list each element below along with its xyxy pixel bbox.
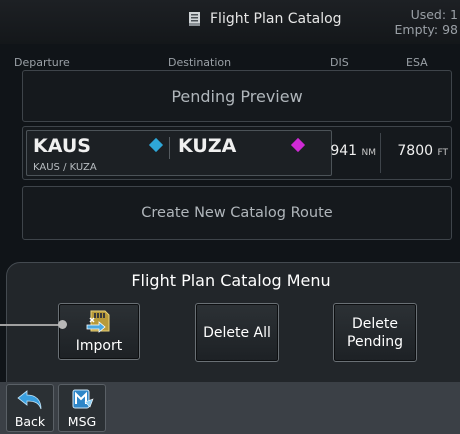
used-count: Used: 1 — [410, 7, 458, 22]
sd-card-import-icon — [86, 310, 110, 333]
catalog-menu-panel: Flight Plan Catalog Menu Import Delete A… — [6, 262, 460, 384]
bottom-bar: Back MSG — [0, 382, 460, 434]
msg-button[interactable]: MSG — [58, 384, 106, 432]
esa-value: 7800 — [397, 143, 434, 159]
distance-unit: NM — [361, 148, 377, 158]
departure-id: KAUS — [33, 135, 91, 157]
delete-pending-button[interactable]: Delete Pending — [333, 303, 417, 362]
delete-pending-label-line1: Delete — [352, 315, 398, 332]
create-route-label: Create New Catalog Route — [141, 205, 333, 221]
pending-preview-row[interactable]: Pending Preview — [22, 70, 452, 122]
back-label: Back — [14, 414, 46, 429]
delete-all-label: Delete All — [203, 324, 271, 341]
create-new-catalog-route-button[interactable]: Create New Catalog Route — [22, 186, 452, 240]
route-esa: 7800 FT — [384, 143, 448, 159]
column-header-dis: DIS — [330, 56, 349, 69]
back-button[interactable]: Back — [6, 384, 54, 432]
column-header-esa: ESA — [406, 56, 428, 69]
esa-separator — [380, 133, 381, 173]
departure-waypoint-icon — [148, 137, 164, 153]
route-distance: 941 NM — [328, 143, 376, 159]
route-subtitle: KAUS / KUZA — [33, 162, 97, 173]
title-group: Flight Plan Catalog — [188, 9, 342, 29]
route-separator — [169, 137, 170, 159]
pending-preview-label: Pending Preview — [171, 86, 303, 106]
back-arrow-icon — [17, 390, 42, 410]
column-headers: Departure Destination DIS ESA — [10, 56, 450, 70]
destination-waypoint-icon — [290, 137, 306, 153]
route-waypoints-box: KAUS KUZA KAUS / KUZA — [26, 130, 332, 176]
catalog-capacity: Used: 1 Empty: 98 — [395, 7, 459, 37]
delete-pending-label-line2: Pending — [347, 333, 403, 350]
title-bar: Flight Plan Catalog Used: 1 Empty: 98 — [0, 0, 460, 44]
destination-id: KUZA — [178, 135, 237, 157]
esa-unit: FT — [437, 148, 448, 158]
callout-line — [0, 324, 62, 326]
msg-label: MSG — [67, 414, 97, 429]
catalog-route-row[interactable]: KAUS KUZA KAUS / KUZA 941 NM 7800 FT — [22, 126, 452, 180]
import-button[interactable]: Import — [58, 303, 140, 360]
page-title: Flight Plan Catalog — [210, 11, 342, 27]
column-header-departure: Departure — [14, 56, 70, 69]
delete-all-button[interactable]: Delete All — [195, 303, 279, 362]
import-label: Import — [75, 338, 123, 354]
flight-plan-catalog-screen: Flight Plan Catalog Used: 1 Empty: 98 De… — [0, 0, 460, 434]
callout-dot — [58, 320, 67, 329]
distance-value: 941 — [330, 143, 358, 159]
catalog-book-icon — [189, 12, 200, 26]
column-header-destination: Destination — [168, 56, 232, 69]
empty-count: Empty: 98 — [394, 22, 459, 37]
message-icon — [72, 389, 94, 409]
menu-title: Flight Plan Catalog Menu — [131, 271, 331, 290]
